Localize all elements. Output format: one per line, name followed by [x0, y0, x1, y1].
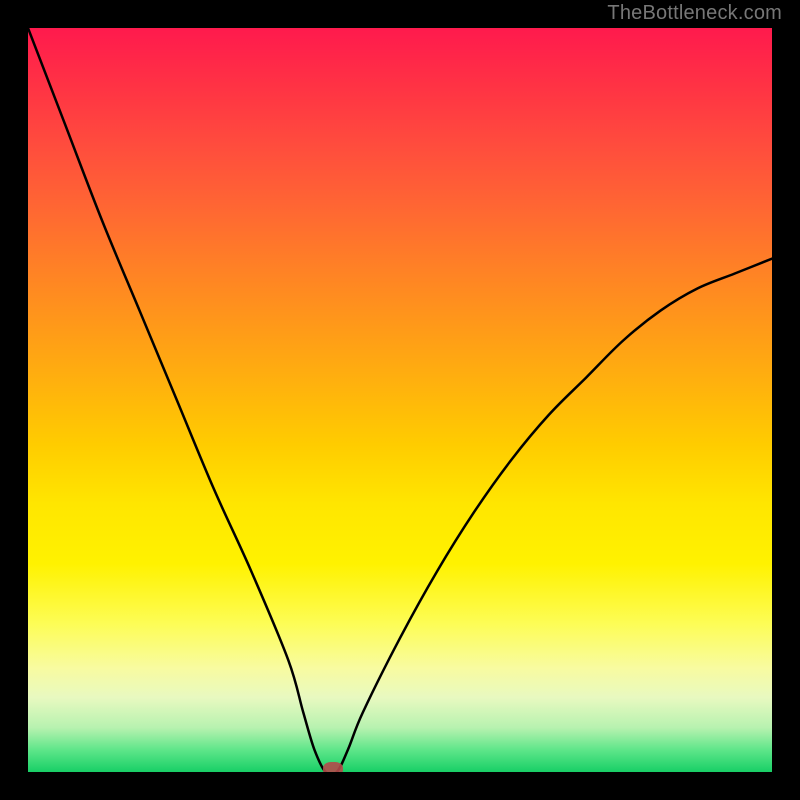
plot-area	[28, 28, 772, 772]
watermark-text: TheBottleneck.com	[607, 2, 782, 25]
bottleneck-curve	[28, 28, 772, 772]
optimal-marker-icon	[323, 762, 343, 772]
chart-frame: TheBottleneck.com	[0, 0, 800, 800]
